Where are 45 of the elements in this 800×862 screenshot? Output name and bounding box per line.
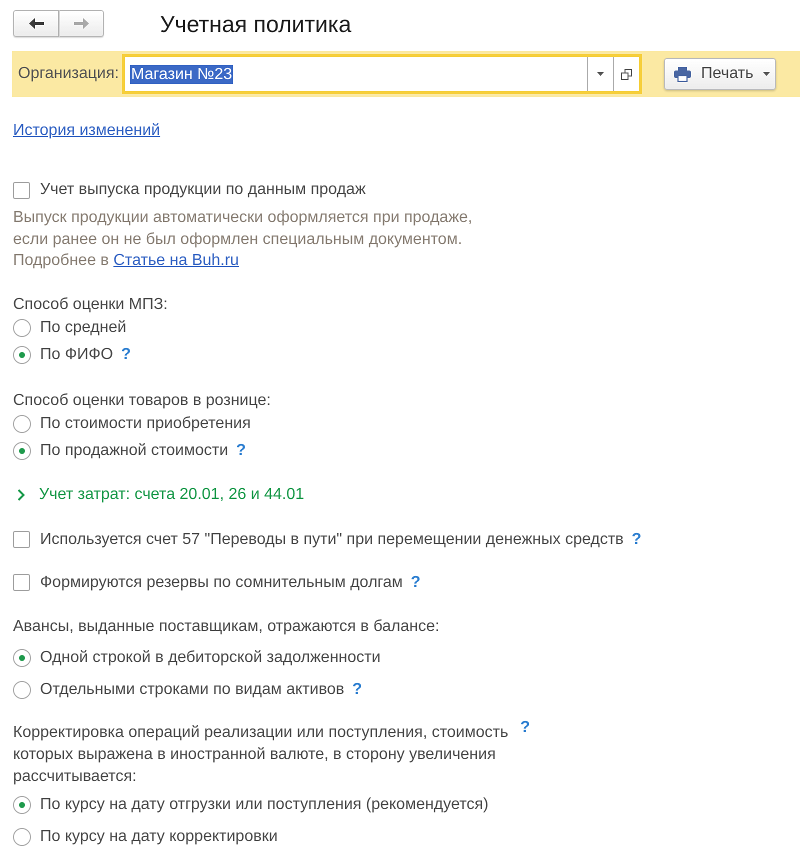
group-title: Способ оценки МПЗ:	[13, 294, 168, 314]
print-button[interactable]: Печать	[664, 58, 776, 90]
group-title: Корректировка операций реализации или поступления, стоимость которых выражена в иностранной валюте, в сторону увеличения рассчитывается:	[13, 722, 508, 786]
radio-button[interactable]	[13, 415, 31, 433]
radio-button[interactable]	[13, 828, 31, 846]
checkbox[interactable]	[13, 182, 30, 198]
article-link[interactable]: Статье на Buh.ru	[113, 252, 239, 269]
help-link[interactable]: ?	[236, 441, 246, 461]
checkbox-label[interactable]: Учет выпуска продукции по данным продаж	[40, 180, 366, 200]
radio-label[interactable]: По средней	[40, 318, 126, 338]
radio-label[interactable]: По продажной стоимости	[40, 441, 228, 461]
radio-button[interactable]	[13, 319, 31, 337]
printer-icon	[674, 66, 691, 82]
radio-label[interactable]: По стоимости приобретения	[40, 414, 251, 434]
caret-icon	[763, 72, 770, 76]
organization-field[interactable]: Магазин №23	[122, 54, 642, 94]
radio-button[interactable]	[13, 680, 31, 698]
help-link[interactable]: ?	[352, 680, 362, 700]
help-link[interactable]: ?	[632, 530, 642, 550]
radio-label[interactable]: Одной строкой в дебиторской задолженности	[40, 648, 381, 668]
back-button[interactable]	[13, 10, 59, 37]
group-title: Авансы, выданные поставщикам, отражаются в балансе:	[13, 616, 440, 636]
radio-button[interactable]	[13, 346, 31, 364]
help-link[interactable]: ?	[410, 572, 421, 592]
help-link[interactable]: ?	[121, 345, 131, 365]
caret-icon	[597, 72, 604, 76]
checkbox[interactable]	[13, 574, 30, 591]
field-label: Организация:	[18, 64, 119, 84]
radio-button[interactable]	[13, 796, 31, 814]
group-title: Способ оценки товаров в рознице:	[13, 390, 271, 410]
radio-label[interactable]: Отдельными строками по видам активов	[40, 680, 344, 700]
checkbox-label[interactable]: Используется счет 57 "Переводы в пути" при перемещении денежных средств	[40, 530, 624, 550]
radio-button[interactable]	[13, 442, 31, 460]
history-link[interactable]: История изменений	[13, 121, 160, 141]
radio-label[interactable]: По курсу на дату отгрузки или поступления (рекомендуется)	[40, 794, 488, 814]
copy-icon	[621, 68, 632, 80]
help-note: Выпуск продукции автоматически оформляется при продаже, если ранее он не был оформлен специальным документом. Подробнее в Статье на Buh.ru	[13, 208, 474, 271]
checkbox-label[interactable]: Формируются резервы по сомнительным долгам	[40, 572, 403, 592]
radio-label[interactable]: По курсу на дату корректировки	[40, 826, 278, 846]
page-title: Учетная политика	[160, 10, 352, 38]
section-expander[interactable]: Учет затрат: счета 20.01, 26 и 44.01	[13, 484, 304, 504]
radio-button[interactable]	[13, 648, 31, 666]
checkbox[interactable]	[13, 531, 30, 548]
help-link[interactable]: ?	[520, 718, 530, 738]
radio-label[interactable]: По ФИФО	[40, 345, 114, 365]
